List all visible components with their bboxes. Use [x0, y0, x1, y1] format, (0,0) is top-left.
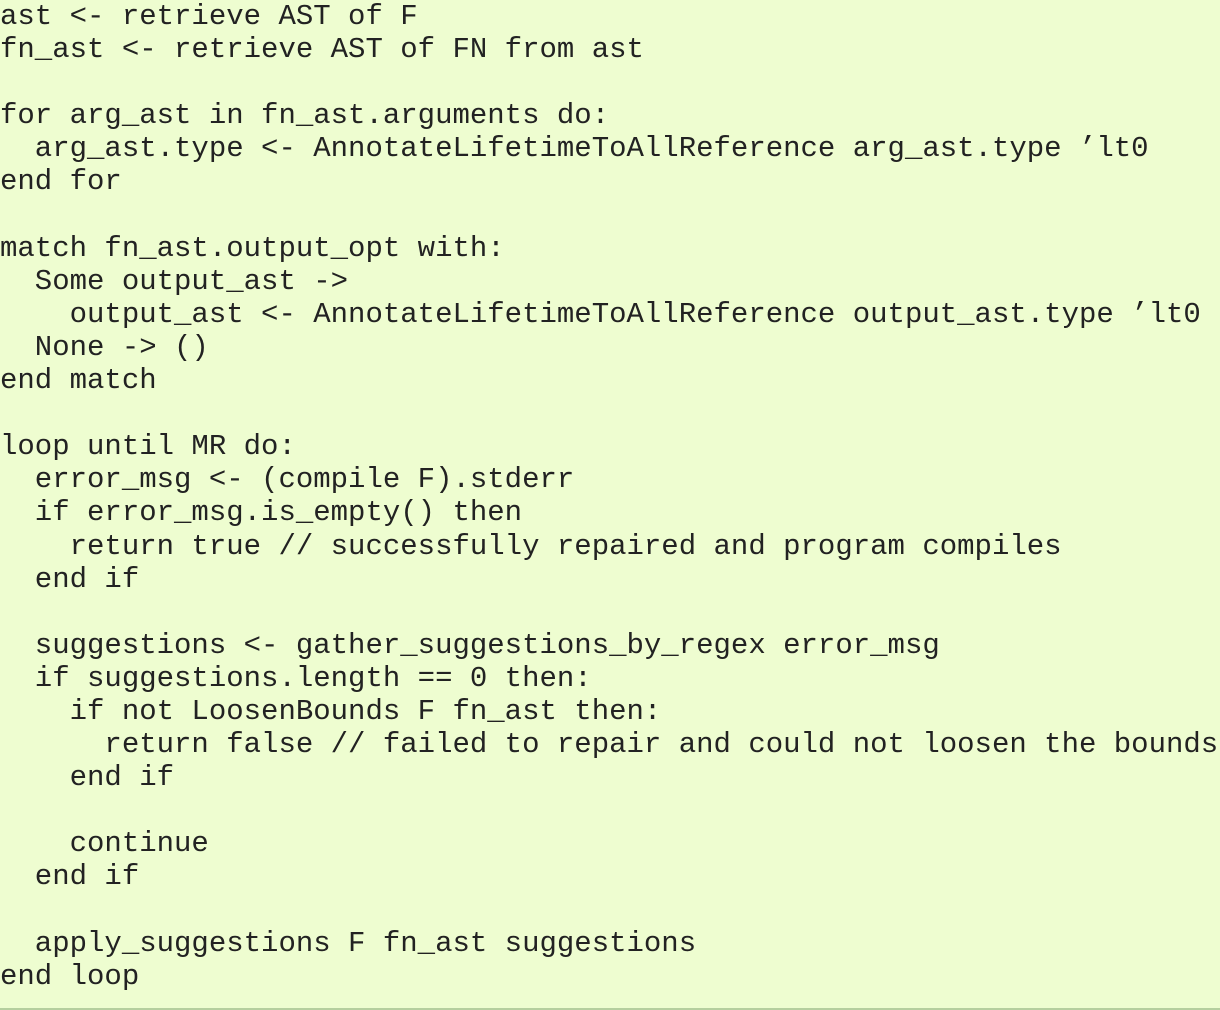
code-line: end for — [0, 165, 122, 199]
code-line: suggestions <- gather_suggestions_by_reg… — [0, 628, 940, 662]
pseudocode-block: ast <- retrieve AST of Ffn_ast <- retrie… — [0, 0, 1220, 993]
code-line: output_ast <- AnnotateLifetimeToAllRefer… — [0, 297, 1201, 331]
code-line: loop until MR do: — [0, 430, 296, 464]
code-line: continue — [0, 827, 209, 861]
code-line: arg_ast.type <- AnnotateLifetimeToAllRef… — [0, 132, 1149, 166]
code-line: end if — [0, 860, 140, 894]
code-line: if suggestions.length == 0 then: — [0, 661, 592, 695]
code-line: return true // successfully repaired and… — [0, 529, 1062, 563]
code-line: end if — [0, 761, 175, 795]
code-line: Some output_ast -> — [0, 264, 349, 298]
code-line: end match — [0, 364, 157, 398]
code-line: if error_msg.is_empty() then — [0, 496, 523, 530]
code-line: error_msg <- (compile F).stderr — [0, 463, 575, 497]
code-line: if not LoosenBounds F fn_ast then: — [0, 694, 662, 728]
code-line: for arg_ast in fn_ast.arguments do: — [0, 99, 610, 133]
code-line: end if — [0, 562, 140, 596]
code-line: None -> () — [0, 330, 209, 364]
code-line: ast <- retrieve AST of F — [0, 0, 418, 33]
code-line: return false // failed to repair and cou… — [0, 728, 1219, 762]
code-line: match fn_ast.output_opt with: — [0, 231, 505, 265]
code-line: end loop — [0, 959, 140, 993]
code-line: fn_ast <- retrieve AST of FN from ast — [0, 33, 644, 67]
code-line: apply_suggestions F fn_ast suggestions — [0, 926, 697, 960]
